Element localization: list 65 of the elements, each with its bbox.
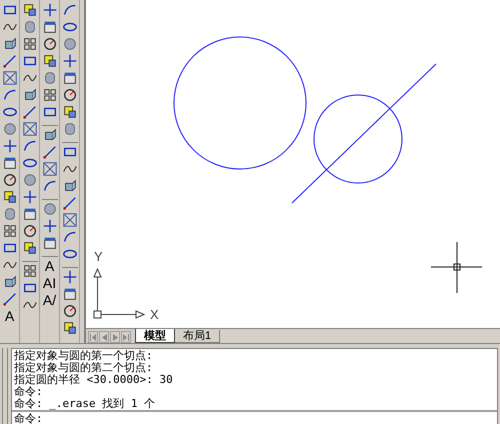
tool-button[interactable] xyxy=(40,160,58,177)
blocks-icon xyxy=(62,104,78,120)
crossed-box-icon xyxy=(2,70,18,86)
axis-label: X xyxy=(150,308,159,321)
blocks-icon xyxy=(62,320,78,336)
command-line: 命令: _.erase 找到 1 个 xyxy=(14,398,156,410)
layout-tab[interactable]: 布局1 xyxy=(175,330,220,343)
drawing-canvas[interactable]: Y X xyxy=(86,0,500,328)
blocks-icon xyxy=(42,52,58,68)
command-line: 指定对象与圆的第一个切点: xyxy=(14,350,154,362)
window-icon xyxy=(22,206,38,222)
sphere-icon xyxy=(22,172,38,188)
sphere-icon xyxy=(62,36,78,52)
blocks-icon xyxy=(22,2,38,18)
grid-icon xyxy=(22,36,38,52)
circle-icon xyxy=(62,86,78,102)
crossed-box-icon xyxy=(22,120,38,136)
crossed-box-icon xyxy=(42,160,58,176)
axis-label: Y xyxy=(94,250,103,263)
command-line: 指定对象与圆的第二个切点: xyxy=(14,362,154,374)
last-icon xyxy=(123,334,129,340)
move-icon xyxy=(42,218,58,234)
circle-icon xyxy=(2,172,18,188)
line-icon xyxy=(2,52,18,68)
circle-icon xyxy=(42,36,58,52)
line-icon xyxy=(42,144,58,160)
command-line: 命令: xyxy=(14,386,44,398)
right-triangle-icon xyxy=(112,334,118,340)
tool-button[interactable] xyxy=(60,211,78,228)
move-icon xyxy=(42,2,58,18)
line-icon xyxy=(22,104,38,120)
move-icon xyxy=(2,138,18,154)
move-icon xyxy=(62,268,78,284)
blocks-icon xyxy=(22,240,38,256)
text-tool-button[interactable]: AI xyxy=(40,274,58,291)
text-tool-button[interactable]: A xyxy=(40,257,58,274)
sphere-icon xyxy=(2,120,18,136)
crossed-box-icon xyxy=(62,212,78,228)
drag-grip[interactable] xyxy=(2,348,8,424)
circle-icon xyxy=(62,302,78,318)
first-icon xyxy=(90,334,96,340)
line-icon xyxy=(2,290,18,306)
window-icon xyxy=(2,154,18,170)
window-icon xyxy=(42,234,58,250)
window-icon xyxy=(62,286,78,302)
move-icon xyxy=(22,188,38,204)
line-icon xyxy=(62,194,78,210)
circle-icon xyxy=(22,222,38,238)
sphere-icon xyxy=(42,200,58,216)
ucs-axes-icon xyxy=(93,268,146,319)
command-line: 指定圆的半径 <30.0000>: 30 xyxy=(14,374,174,386)
tool-button[interactable] xyxy=(20,120,38,137)
left-triangle-icon xyxy=(102,334,106,340)
text-tool-button[interactable]: A xyxy=(0,307,18,324)
grid-icon xyxy=(42,86,58,102)
crosshair-cursor xyxy=(430,242,482,294)
grid-icon xyxy=(2,222,18,238)
window-icon xyxy=(42,18,58,34)
move-icon xyxy=(62,52,78,68)
tool-button[interactable] xyxy=(0,69,18,86)
window-icon xyxy=(62,70,78,86)
layout-tab[interactable]: 模型 xyxy=(135,329,175,343)
grid-icon xyxy=(22,262,38,278)
blocks-icon xyxy=(2,188,18,204)
text-tool-button[interactable]: A/ xyxy=(40,291,58,308)
